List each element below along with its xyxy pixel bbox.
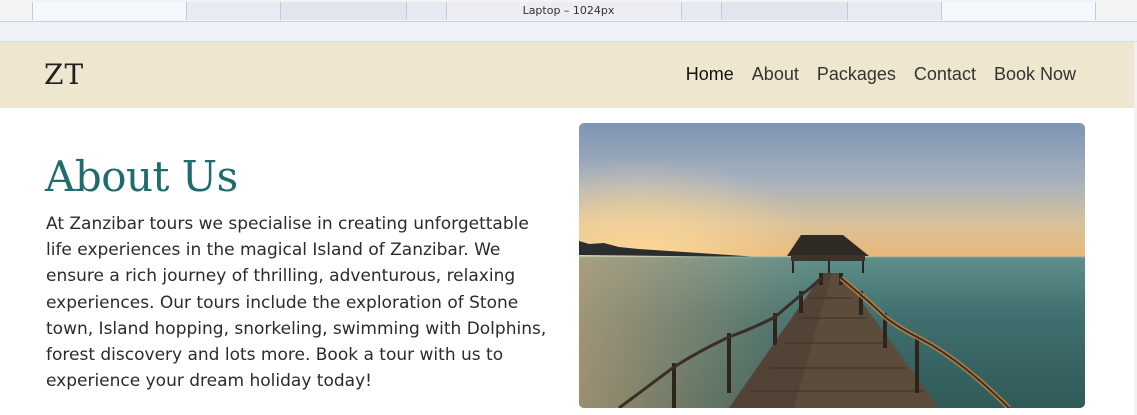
nav-packages[interactable]: Packages bbox=[817, 64, 896, 85]
device-ruler: Laptop – 1024px bbox=[0, 0, 1137, 22]
nav-about[interactable]: About bbox=[752, 64, 799, 85]
main-nav: Home About Packages Contact Book Now bbox=[686, 64, 1076, 85]
ruler-spacer bbox=[0, 22, 1137, 42]
nav-book-now[interactable]: Book Now bbox=[994, 64, 1076, 85]
nav-home[interactable]: Home bbox=[686, 64, 734, 85]
sunset-jetty-photo bbox=[579, 123, 1085, 408]
nav-contact[interactable]: Contact bbox=[914, 64, 976, 85]
about-title: About Us bbox=[45, 152, 238, 201]
site-header: ZT Home About Packages Contact Book Now bbox=[0, 42, 1134, 108]
viewport-label: Laptop – 1024px bbox=[522, 4, 615, 17]
site-logo[interactable]: ZT bbox=[44, 58, 84, 91]
about-body: At Zanzibar tours we specialise in creat… bbox=[46, 214, 547, 392]
